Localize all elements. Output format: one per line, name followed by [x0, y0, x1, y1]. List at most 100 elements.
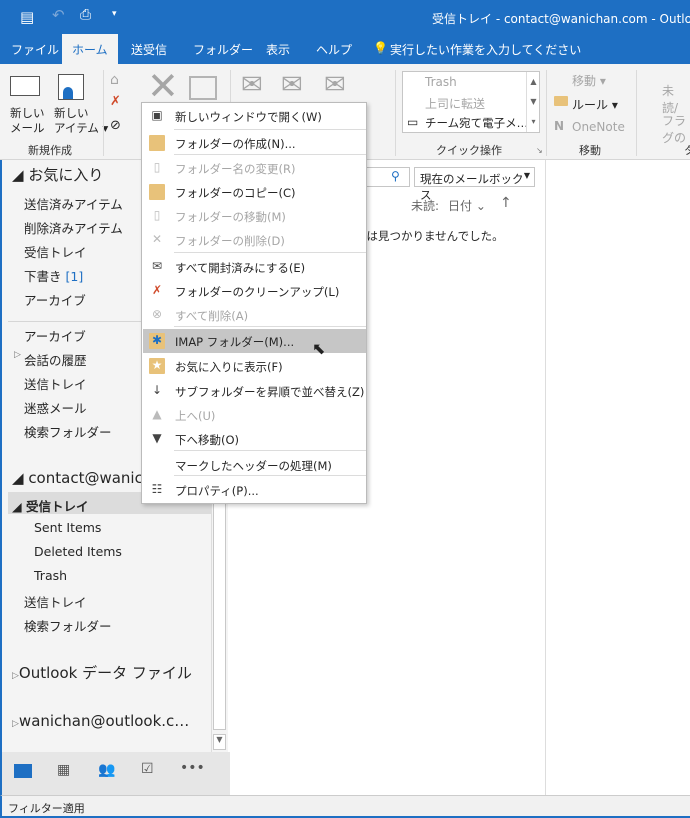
reply-all-icon[interactable]: ✉ [281, 70, 303, 100]
quick-step-team-email[interactable]: チーム宛て電子メ… [425, 115, 528, 131]
menu-item[interactable]: マークしたヘッダーの処理(M) [143, 453, 366, 477]
sort-az-icon: ↓ [151, 383, 163, 397]
account2-header[interactable]: ▷wanichan@outlook.c… [12, 712, 189, 730]
menu-item-label: フォルダー名の変更(R) [175, 162, 296, 176]
menu-item[interactable]: ✕ フォルダーの削除(D) [143, 228, 366, 252]
tab-folder[interactable]: フォルダー [193, 41, 253, 58]
menu-item-label: サブフォルダーを昇順で並べ替え(Z) [175, 385, 365, 399]
onenote-icon: N [554, 119, 565, 133]
rules-button[interactable]: ルール ▾ [572, 96, 618, 113]
group-label-tags: タ [684, 144, 690, 157]
scroll-down-arrow[interactable]: ▼ [213, 734, 226, 750]
calendar-nav-icon[interactable]: ▦ [57, 762, 70, 778]
ignore-icon[interactable]: ⌂ [110, 72, 119, 88]
search-scope-dropdown[interactable]: 現在のメールボックス ▼ [414, 167, 535, 202]
print-icon[interactable]: ⎙ [80, 7, 91, 23]
tab-help[interactable]: ヘルプ [316, 41, 352, 58]
dialog-launcher-icon[interactable]: ↘ [536, 146, 543, 155]
rename-folder-icon: ▯ [153, 160, 161, 174]
move-folder-icon: ▯ [153, 208, 161, 222]
menu-item-label: すべて開封済みにする(E) [175, 261, 306, 275]
cleanup-icon[interactable]: ✗ [110, 94, 121, 109]
folder-archive-2[interactable]: アーカイブ [24, 326, 86, 345]
onenote-button[interactable]: OneNote [572, 120, 625, 134]
open-envelope-icon: ✉ [151, 259, 163, 273]
data-file-header[interactable]: ▷Outlook データ ファイル [12, 662, 192, 683]
favorites-header[interactable]: ◢ お気に入り [12, 164, 103, 185]
menu-item[interactable]: ☷ プロパティ(P)... [143, 478, 366, 502]
account-folder-inbox[interactable]: ◢ 受信トレイ [12, 496, 88, 515]
menu-item[interactable]: ✉ すべて開封済みにする(E) [143, 255, 366, 279]
group-label-move: 移動 [579, 144, 601, 157]
tab-file[interactable]: ファイル [11, 41, 59, 58]
menu-item[interactable]: ▯ フォルダー名の変更(R) [143, 156, 366, 180]
folder-outbox[interactable]: 送信トレイ [24, 374, 87, 393]
title-bar: ▤ ↶ ⎙ ▾ 受信トレイ - contact@wanichan.com - O… [0, 0, 690, 34]
archive-icon[interactable] [189, 76, 217, 100]
menu-item[interactable]: ✱ IMAP フォルダー(M)... [143, 329, 366, 353]
menu-item-label: プロパティ(P)... [175, 484, 259, 498]
gallery-scroll[interactable]: ▲ ▼ ▾ [526, 72, 540, 132]
menu-item[interactable]: ↓ サブフォルダーを昇順で並べ替え(Z) [143, 379, 366, 403]
tasks-nav-icon[interactable]: ☑ [141, 761, 154, 777]
navigation-bar: ▦ 👥 ☑ ••• [0, 752, 232, 795]
tab-send-receive[interactable]: 送受信 [131, 41, 167, 58]
folder-search-folders[interactable]: 検索フォルダー [24, 422, 112, 441]
menu-item[interactable]: ▼ 下へ移動(O) [143, 427, 366, 451]
reply-icon[interactable]: ✉ [241, 70, 263, 100]
forward-icon[interactable]: ✉ [324, 70, 346, 100]
menu-item-label: IMAP フォルダー(M)... [175, 335, 295, 349]
account-folder-trash[interactable]: Trash [34, 568, 67, 583]
folder-drafts[interactable]: 下書き [1] [24, 266, 83, 285]
down-triangle-icon: ▼ [152, 431, 162, 445]
flag-button[interactable]: フラグの [662, 112, 690, 146]
copy-folder-icon [149, 184, 165, 200]
menu-item-label: フォルダーのクリーンアップ(L) [175, 285, 340, 299]
sort-field-dropdown[interactable]: 日付 ⌄ [448, 197, 486, 214]
mail-icon: ▭ [407, 115, 419, 129]
folder-deleted-items[interactable]: 削除済みアイテム [24, 218, 123, 237]
quick-step-forward-manager[interactable]: 上司に転送 [425, 95, 485, 112]
folder-archive[interactable]: アーカイブ [24, 290, 86, 309]
menu-item-label: フォルダーの作成(N)... [175, 137, 296, 151]
junk-icon[interactable]: ⊘ [110, 118, 121, 133]
tab-home[interactable]: ホーム [62, 34, 118, 64]
app-menu-icon[interactable]: ▤ [20, 8, 34, 26]
people-nav-icon[interactable]: 👥 [98, 762, 115, 778]
menu-item[interactable]: ★ お気に入りに表示(F) [143, 354, 366, 378]
new-items-button[interactable]: 新しい アイテム ▾ [54, 106, 108, 136]
unread-count: [1] [65, 269, 84, 284]
quick-step-trash[interactable]: Trash [425, 75, 457, 89]
account-folder-sent[interactable]: Sent Items [34, 520, 101, 535]
more-nav-icon[interactable]: ••• [180, 760, 205, 776]
menu-item[interactable]: ▣ 新しいウィンドウで開く(W) [143, 104, 366, 128]
account-folder-deleted[interactable]: Deleted Items [34, 544, 122, 559]
menu-item[interactable]: フォルダーのコピー(C) [143, 180, 366, 204]
unread-button[interactable]: 未読/ [662, 82, 690, 116]
account-folder-search[interactable]: 検索フォルダー [24, 616, 112, 635]
tab-view[interactable]: 表示 [266, 41, 290, 58]
menu-item[interactable]: ⊗ すべて削除(A) [143, 303, 366, 327]
tell-me-search[interactable]: 実行したい作業を入力してください [390, 41, 581, 58]
customize-toolbar-icon[interactable]: ▾ [112, 9, 117, 19]
menu-item[interactable]: ▯ フォルダーの移動(M) [143, 204, 366, 228]
menu-separator [174, 252, 366, 253]
new-mail-button[interactable]: 新しい メール [10, 106, 45, 136]
folder-sent-items[interactable]: 送信済みアイテム [24, 194, 123, 213]
move-button[interactable]: 移動 ▾ [572, 72, 606, 89]
folder-conversation-history[interactable]: ▷ 会話の履歴 [14, 350, 87, 369]
menu-item[interactable]: フォルダーの作成(N)... [143, 131, 366, 155]
menu-item-label: フォルダーの移動(M) [175, 210, 286, 224]
folder-junk[interactable]: 迷惑メール [24, 398, 87, 417]
undo-icon[interactable]: ↶ [52, 6, 65, 24]
folder-context-menu: ▣ 新しいウィンドウで開く(W) フォルダーの作成(N)... ▯ フォルダー名の変更(… [141, 102, 367, 504]
status-bar: フィルター適用 [0, 795, 690, 818]
mail-nav-icon[interactable] [14, 764, 32, 778]
menu-item[interactable]: ▲ 上へ(U) [143, 403, 366, 427]
sort-direction-button[interactable]: ↑ [500, 195, 512, 211]
empty-list-message: ムは見つかりませんでした。 [355, 229, 504, 243]
folder-inbox[interactable]: 受信トレイ [24, 242, 87, 261]
menu-item[interactable]: ✗ フォルダーのクリーンアップ(L) [143, 279, 366, 303]
account-folder-outbox[interactable]: 送信トレイ [24, 592, 87, 611]
search-icon[interactable]: ⚲ [391, 169, 400, 183]
